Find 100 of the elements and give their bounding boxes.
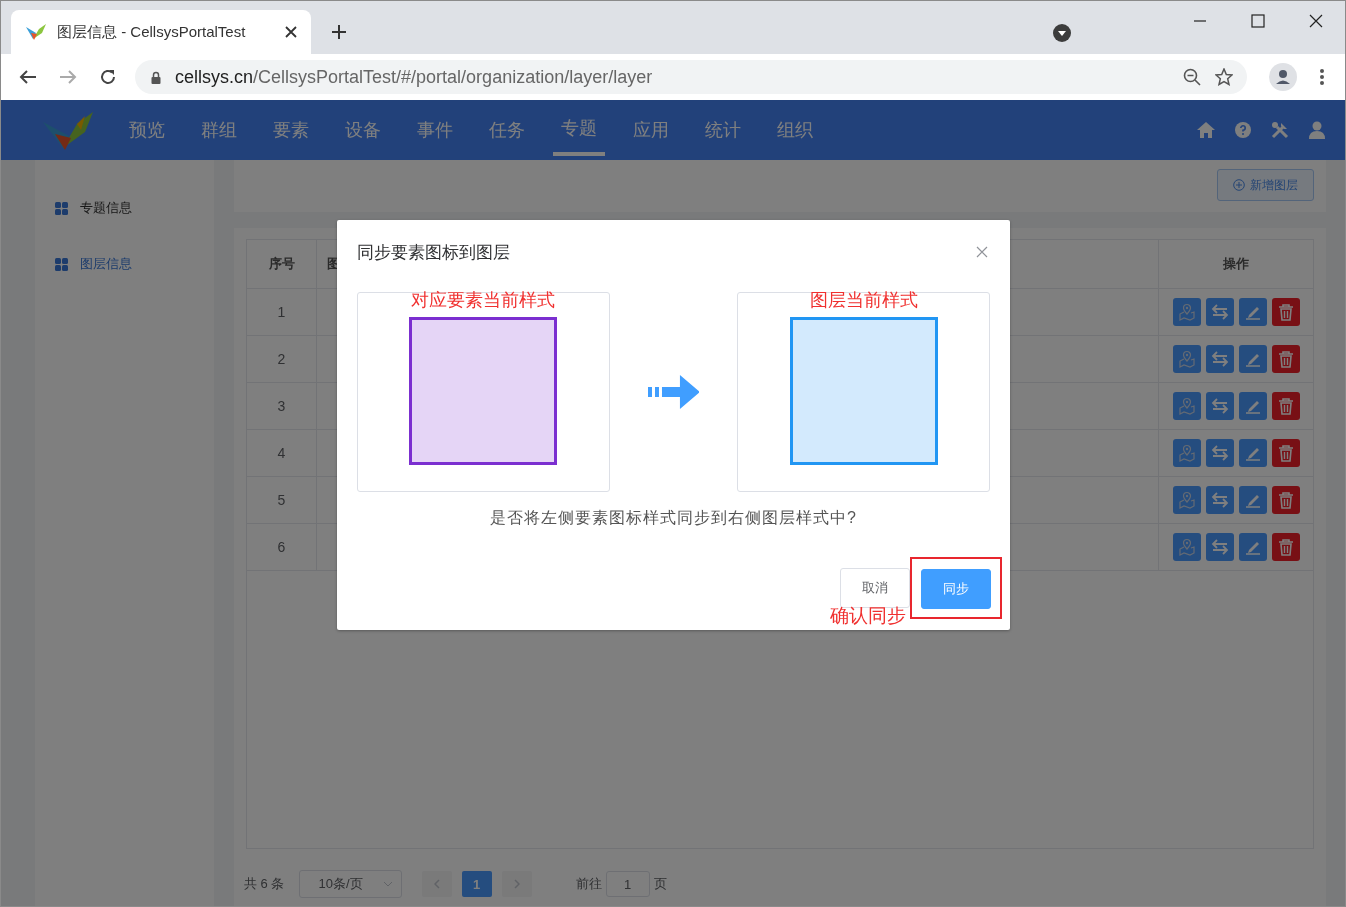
delete-button[interactable] [1271,439,1300,467]
map-pin-icon [1177,538,1196,556]
nav-tab[interactable]: 组织 [769,100,821,160]
swap-button[interactable] [1205,392,1234,420]
edit-button[interactable] [1238,533,1267,561]
page-suffix: 页 [653,875,667,893]
swap-button[interactable] [1205,298,1234,326]
map-pin-icon [1177,491,1196,509]
chevron-left-icon [433,879,440,889]
table-cell: 3 [277,398,286,414]
map-pin-button[interactable] [1172,533,1201,561]
map-pin-button[interactable] [1172,298,1201,326]
zoom-out-icon[interactable] [1183,68,1201,86]
nav-tab[interactable]: 要素 [265,100,317,160]
reload-icon[interactable] [99,68,117,86]
nav-tab[interactable]: 应用 [625,100,677,160]
swap-icon [1210,350,1229,368]
edit-button[interactable] [1238,439,1267,467]
plus-circle-icon [1233,179,1245,191]
map-pin-icon [1177,444,1196,462]
close-icon[interactable] [285,26,297,38]
delete-button[interactable] [1271,392,1300,420]
forward-icon[interactable] [59,69,77,85]
trash-icon [1277,491,1294,509]
nav-tab[interactable]: 专题 [553,100,605,156]
close-icon[interactable] [1309,14,1323,28]
map-pin-icon [1177,350,1196,368]
column-header: 序号 [268,255,295,273]
address-bar[interactable]: cellsys.cn/CellsysPortalTest/#/portal/organization/layer/layer [135,60,1247,94]
map-pin-icon [1177,303,1196,321]
add-layer-button[interactable]: 新增图层 [1217,169,1314,201]
sync-button[interactable]: 同步 [921,569,991,609]
trash-icon [1277,350,1294,368]
edit-button[interactable] [1238,486,1267,514]
annotation-label: 图层当前样式 [809,291,918,312]
delete-button[interactable] [1271,533,1300,561]
url-text: cellsys.cn/CellsysPortalTest/#/portal/organization/layer/layer [175,66,653,88]
goto-page-field[interactable]: 1 [605,871,650,897]
chevron-down-icon [382,881,393,887]
edit-button[interactable] [1238,298,1267,326]
delete-button[interactable] [1271,345,1300,373]
tools-icon[interactable] [1271,121,1289,139]
table-cell: 1 [277,304,286,320]
nav-tab[interactable]: 设备 [337,100,389,160]
nav-tab[interactable]: 任务 [481,100,533,160]
browser-tab[interactable]: 图层信息 - CellsysPortalTest [11,10,311,54]
dropdown-icon[interactable] [1053,24,1071,42]
nav-tab[interactable]: 统计 [697,100,749,160]
new-tab-icon[interactable] [331,24,347,40]
map-pin-button[interactable] [1172,486,1201,514]
sidebar-item[interactable]: 图层信息 [35,236,214,292]
swap-button[interactable] [1205,533,1234,561]
grid-icon [55,257,68,271]
table-cell: 6 [277,539,286,555]
map-pin-button[interactable] [1172,392,1201,420]
swap-button[interactable] [1205,439,1234,467]
trash-icon [1277,444,1294,462]
arrow-icon [647,375,700,409]
swap-icon [1210,303,1229,321]
nav-tab[interactable]: 群组 [193,100,245,160]
table-cell: 5 [277,492,286,508]
nav-tab[interactable]: 预览 [121,100,173,160]
swap-button[interactable] [1205,486,1234,514]
swap-button[interactable] [1205,345,1234,373]
goto-label: 前往 [575,875,602,893]
trash-icon [1277,397,1294,415]
grid-icon [55,201,68,215]
dialog-title: 同步要素图标到图层 [357,241,510,264]
sidebar-item[interactable]: 专题信息 [35,180,214,236]
swap-icon [1210,444,1229,462]
map-pin-button[interactable] [1172,345,1201,373]
delete-button[interactable] [1271,486,1300,514]
edit-button[interactable] [1238,392,1267,420]
table-cell: 2 [277,351,286,367]
delete-button[interactable] [1271,298,1300,326]
back-icon[interactable] [19,69,37,85]
page-number[interactable]: 1 [461,871,492,897]
home-icon[interactable] [1197,122,1215,138]
next-page-button[interactable] [501,871,532,897]
page-size-select[interactable]: 10条/页 [299,870,402,898]
profile-icon[interactable] [1269,63,1297,91]
swap-icon [1210,397,1229,415]
maximize-icon[interactable] [1251,14,1265,28]
edit-button[interactable] [1238,345,1267,373]
confirm-question: 是否将左侧要素图标样式同步到右侧图层样式中? [489,508,858,528]
star-icon[interactable] [1215,68,1233,86]
trash-icon [1277,538,1294,556]
column-header: 操作 [1223,255,1249,273]
trash-icon [1277,303,1294,321]
annotation-label: 对应要素当前样式 [411,291,556,312]
map-pin-button[interactable] [1172,439,1201,467]
table-cell: 4 [277,445,286,461]
total-count: 共 6 条 [244,875,285,893]
menu-icon[interactable] [1319,68,1325,86]
previous-page-button[interactable] [421,871,452,897]
swap-icon [1210,538,1229,556]
nav-tab[interactable]: 事件 [409,100,461,160]
help-icon[interactable] [1235,122,1251,138]
lock-icon [151,70,161,84]
user-icon[interactable] [1309,121,1325,139]
